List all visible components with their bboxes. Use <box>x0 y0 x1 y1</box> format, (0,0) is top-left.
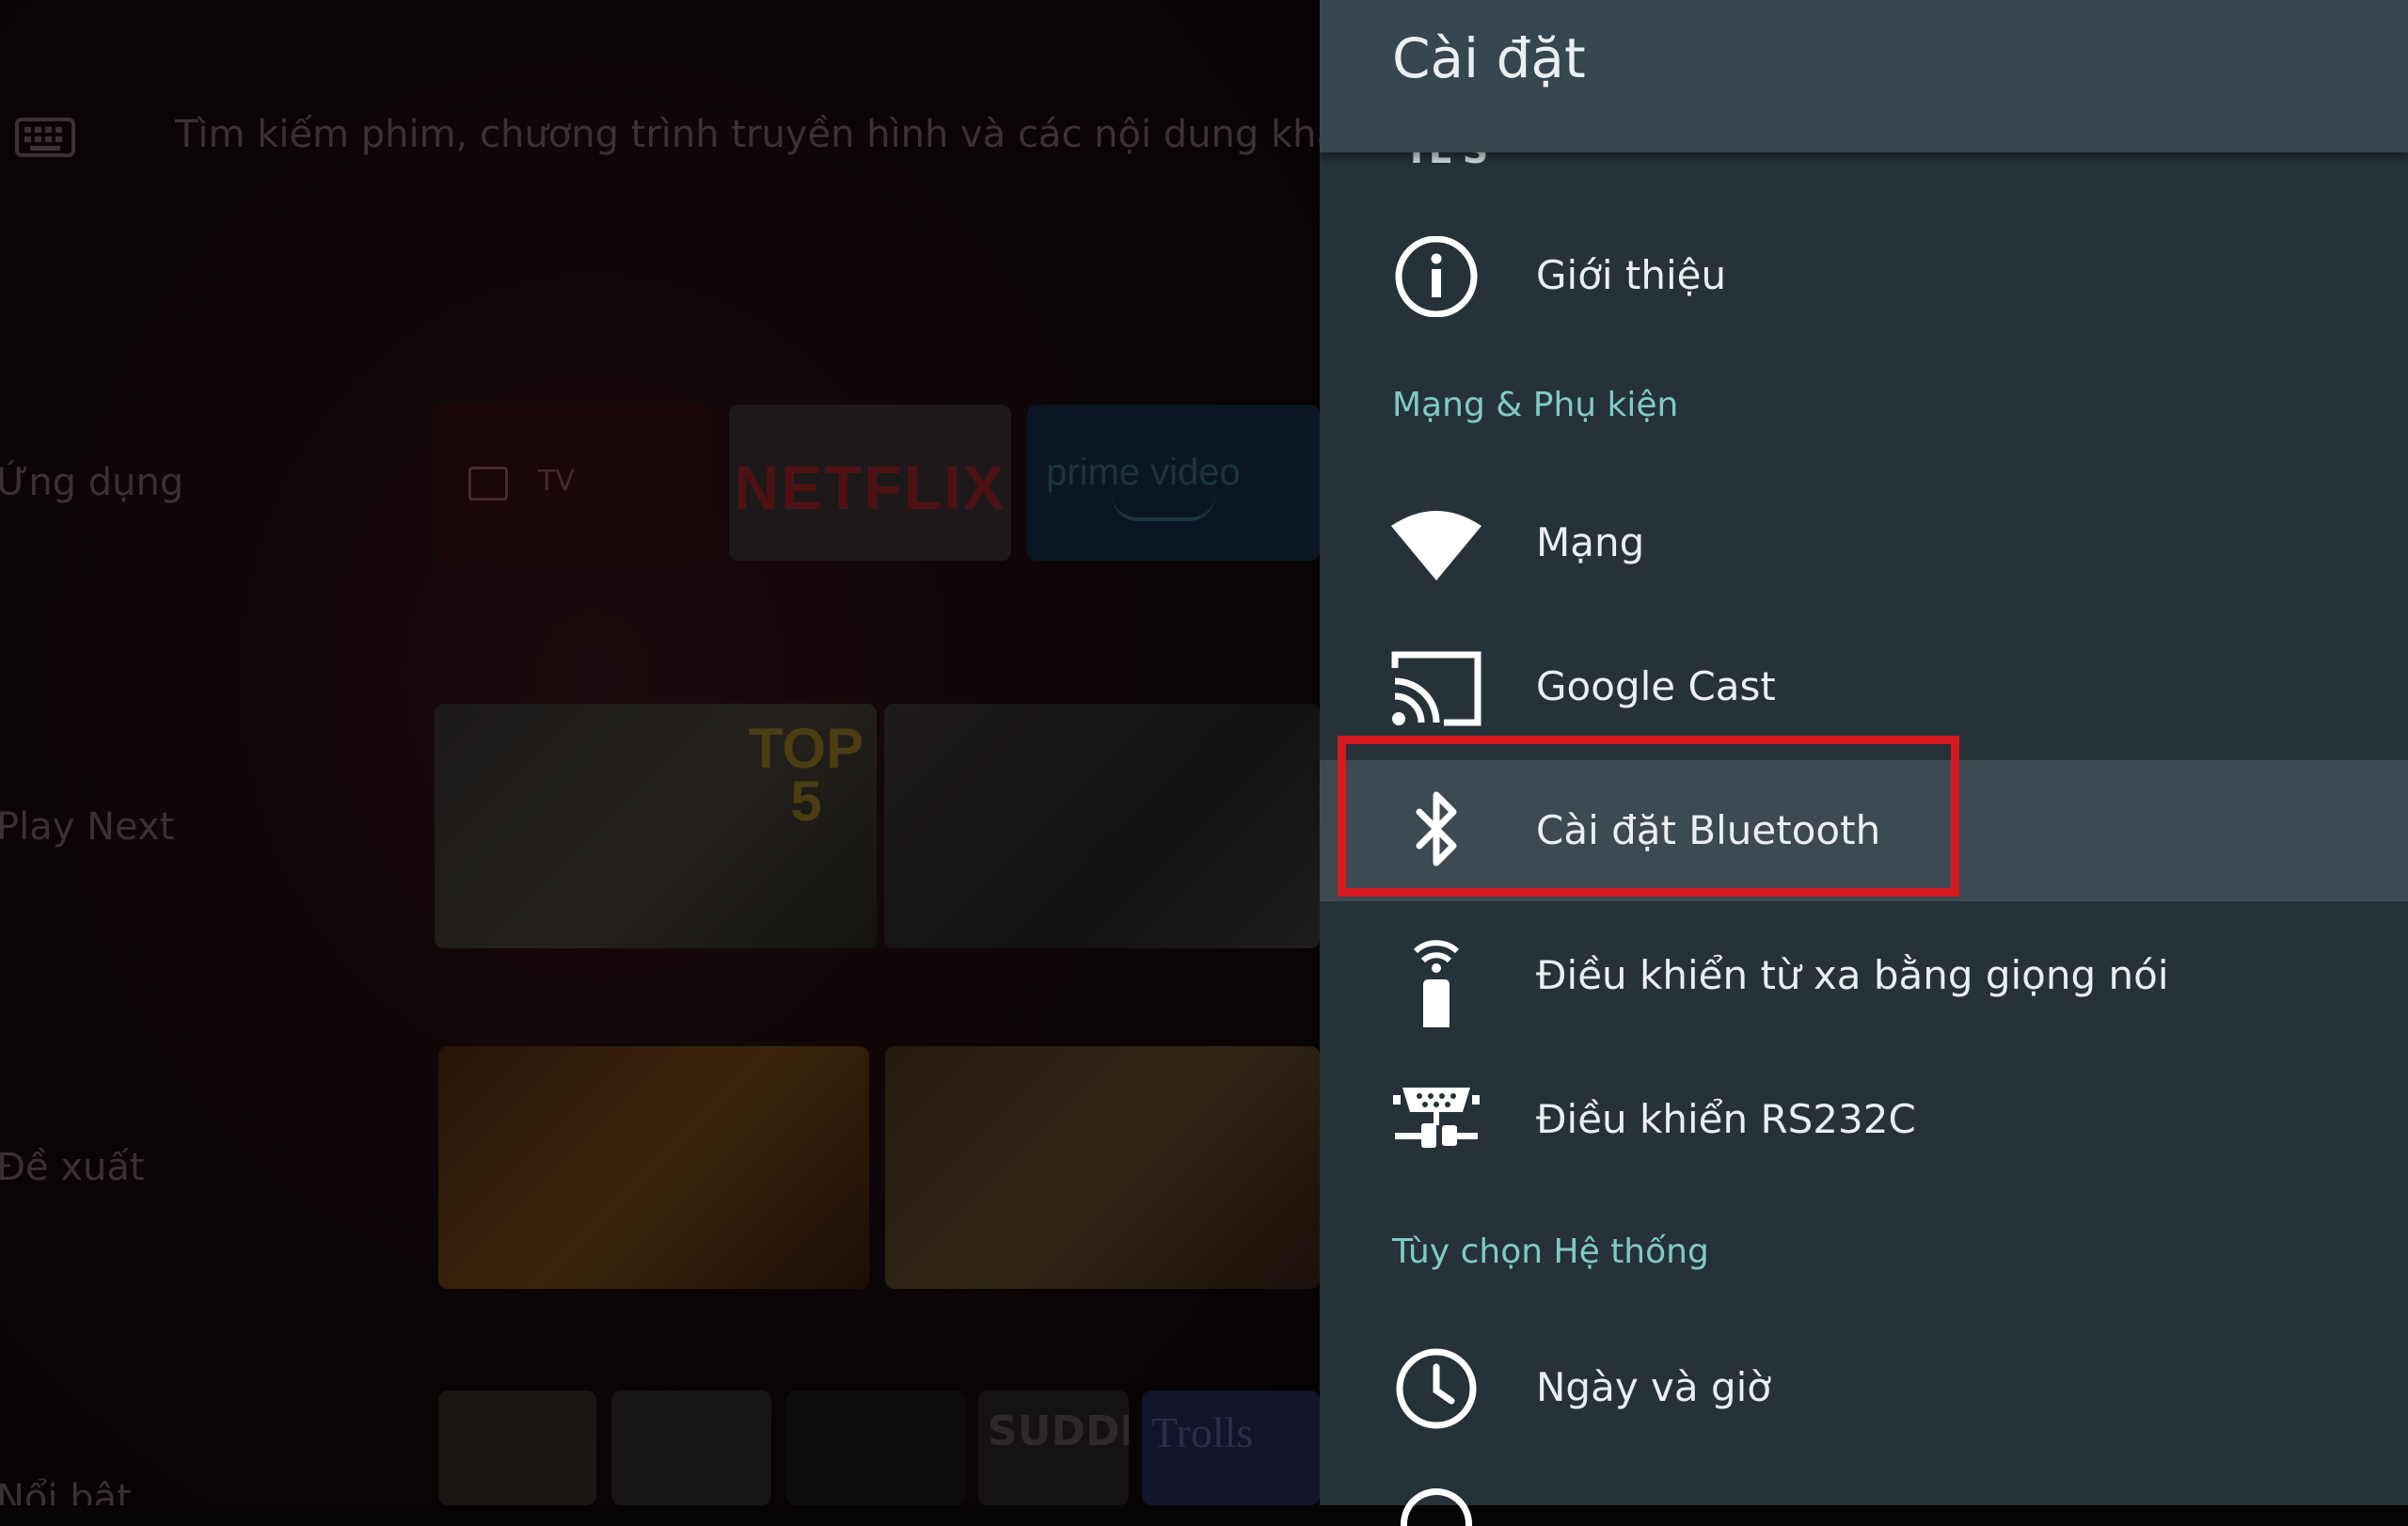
settings-item-about-label: Giới thiệu <box>1536 252 1727 298</box>
recommended-tile-1 <box>438 1046 869 1289</box>
wifi-icon <box>1391 511 1481 580</box>
settings-item-network[interactable]: Mạng <box>1320 472 2408 613</box>
app-tile-tv: TV <box>435 405 707 561</box>
app-tile-netflix: NETFLIX <box>729 405 1011 561</box>
cast-icon <box>1391 651 1481 726</box>
featured-tile-1 <box>438 1391 596 1505</box>
row-label-recommended: Đề xuất <box>0 1146 145 1189</box>
row-label-apps: Ứng dụng <box>0 461 184 504</box>
next-item-icon-partial <box>1401 1488 1472 1526</box>
settings-item-voice-remote[interactable]: Điều khiển từ xa bằng giọng nói <box>1320 905 2408 1046</box>
remote-icon <box>1413 940 1460 1027</box>
settings-item-rs232c-label: Điều khiển RS232C <box>1536 1096 1916 1142</box>
featured-tile-3 <box>786 1391 965 1505</box>
app-tile-prime-video: prime video <box>1027 405 1320 561</box>
serial-port-icon <box>1393 1088 1480 1148</box>
search-placeholder: Tìm kiếm phim, chương trình truyền hình … <box>175 113 1320 156</box>
tv-icon <box>468 467 508 501</box>
settings-item-rs232c[interactable]: Điều khiển RS232C <box>1320 1049 2408 1190</box>
netflix-logo: NETFLIX <box>734 453 1006 522</box>
row-label-play-next: Play Next <box>0 805 175 849</box>
settings-item-voice-remote-label: Điều khiển từ xa bằng giọng nói <box>1536 952 2169 998</box>
featured-tile-5: Trolls <box>1142 1391 1320 1505</box>
page-title: Cài đặt <box>1392 26 1586 90</box>
play-next-tile-1: TOP 5 <box>435 704 877 948</box>
settings-item-date-time-label: Ngày và giờ <box>1536 1364 1771 1410</box>
prime-smile-icon <box>1112 495 1215 521</box>
recommended-tile-2 <box>885 1046 1320 1289</box>
settings-item-network-label: Mạng <box>1536 519 1645 565</box>
settings-item-about[interactable]: Giới thiệu <box>1320 205 2408 346</box>
prime-video-logo: prime video <box>1046 452 1241 493</box>
featured-tile-2 <box>611 1391 771 1505</box>
info-icon <box>1395 236 1478 317</box>
home-screen-dimmed: Tìm kiếm phim, chương trình truyền hình … <box>0 0 1320 1505</box>
featured-tile-4-title: SUDDEN <box>988 1407 1129 1455</box>
app-tile-tv-label: TV <box>538 465 575 498</box>
clock-icon <box>1396 1348 1477 1429</box>
section-header-network: Mạng & Phụ kiện <box>1392 386 1679 424</box>
video-badge: TOP 5 <box>748 717 864 833</box>
settings-header: Cài đặt <box>1320 0 2408 152</box>
highlight-annotation <box>1338 736 1959 897</box>
keyboard-icon <box>15 118 75 157</box>
play-next-tile-2 <box>884 704 1320 948</box>
featured-tile-5-title: Trolls <box>1151 1408 1254 1456</box>
section-header-system: Tùy chọn Hệ thống <box>1392 1232 1709 1271</box>
featured-tile-4: SUDDEN <box>978 1391 1129 1505</box>
settings-item-date-time[interactable]: Ngày và giờ <box>1320 1317 2408 1458</box>
row-label-featured: Nổi bật <box>0 1477 132 1505</box>
